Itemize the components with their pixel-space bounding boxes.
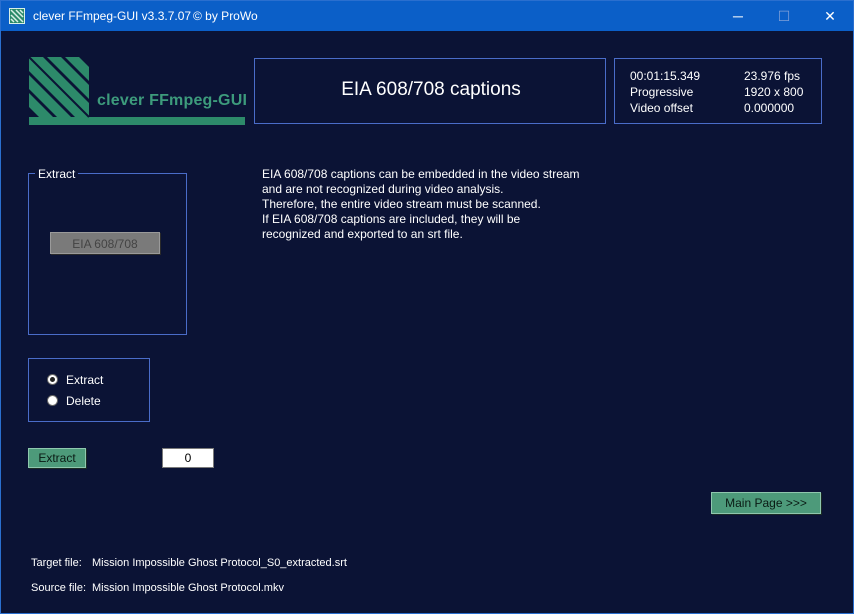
mode-radio-group: Extract Delete [28,358,150,422]
video-offset-label: Video offset [630,101,693,115]
logo-text: clever FFmpeg-GUI [97,92,248,109]
radio-delete-label[interactable]: Delete [66,394,101,408]
title-bar[interactable]: clever FFmpeg-GUI v3.3.7.07 © by ProWo ─… [1,1,853,31]
window-title: clever FFmpeg-GUI v3.3.7.07 [33,9,192,23]
app-window: clever FFmpeg-GUI v3.3.7.07 © by ProWo ─… [0,0,854,614]
minimize-button[interactable]: ─ [715,1,761,31]
radio-extract-button[interactable] [47,374,58,385]
description-line: Therefore, the entire video stream must … [262,197,541,211]
app-icon [9,8,25,24]
video-fps: 23.976 fps [744,69,801,83]
maximize-button[interactable]: ☐ [761,1,807,31]
extract-group: Extract EIA 608/708 [28,167,187,335]
page-title: EIA 608/708 captions [341,79,521,100]
count-field[interactable] [162,448,214,468]
app-logo: clever FFmpeg-GUI [27,55,248,127]
radio-delete-button[interactable] [47,395,58,406]
main-page-button[interactable]: Main Page >>> [711,492,821,514]
close-button[interactable]: ✕ [807,1,853,31]
extract-group-legend: Extract [35,167,79,181]
source-file-value: Mission Impossible Ghost Protocol.mkv [92,582,284,594]
source-file-label: Source file: [31,582,87,594]
target-file-value: Mission Impossible Ghost Protocol_S0_ext… [92,557,347,569]
video-offset-value: 0.000000 [744,101,795,115]
description-line: If EIA 608/708 captions are included, th… [262,212,521,226]
target-file-label: Target file: [31,557,82,569]
description-line: recognized and exported to an srt file. [262,227,463,241]
description-text: EIA 608/708 captions can be embedded in … [262,167,622,242]
extract-button[interactable]: Extract [28,448,86,468]
radio-selected-dot [50,377,55,382]
video-resolution: 1920 x 800 [744,85,804,99]
video-duration: 00:01:15.349 [630,69,701,83]
description-line: and are not recognized during video anal… [262,182,504,196]
window-credit: © by ProWo [193,9,258,23]
page-header: EIA 608/708 captions [254,58,606,124]
video-info-panel: 00:01:15.349 23.976 fps Progressive 1920… [614,58,822,124]
ffmpeg-logo-icon [28,56,245,125]
radio-extract-label[interactable]: Extract [66,373,103,387]
video-scan-type: Progressive [630,85,694,99]
description-line: EIA 608/708 captions can be embedded in … [262,167,580,181]
eia-608-708-button[interactable]: EIA 608/708 [50,232,160,254]
